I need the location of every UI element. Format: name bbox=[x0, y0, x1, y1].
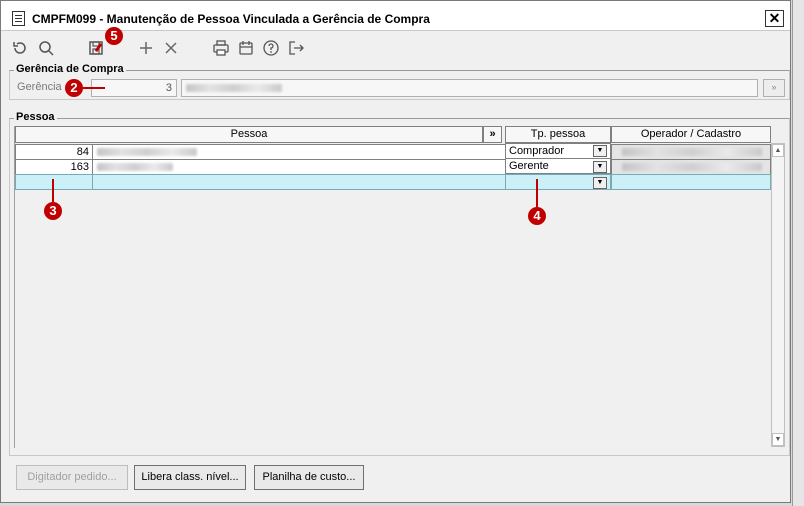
column-header-pessoa[interactable]: Pessoa bbox=[15, 126, 483, 143]
gerencia-lookup-button[interactable]: » bbox=[763, 79, 785, 97]
column-header-operador[interactable]: Operador / Cadastro bbox=[611, 126, 771, 143]
row-1-tipo-dropdown-icon[interactable]: ▼ bbox=[593, 145, 607, 157]
planilha-custo-button[interactable]: Planilha de custo... bbox=[254, 465, 364, 490]
scroll-down-icon[interactable]: ▼ bbox=[772, 433, 784, 446]
search-icon[interactable] bbox=[36, 38, 56, 58]
row-1-pessoa[interactable] bbox=[92, 144, 506, 160]
annotation-arrow-3 bbox=[52, 179, 54, 202]
row-3-tipo-dropdown-icon[interactable]: ▼ bbox=[593, 177, 607, 189]
row-3-pessoa[interactable] bbox=[92, 174, 506, 190]
libera-class-nivel-button[interactable]: Libera class. nível... bbox=[134, 465, 246, 490]
row-1-operador bbox=[611, 144, 771, 160]
row-2-operador bbox=[611, 159, 771, 175]
redacted-text bbox=[622, 163, 762, 171]
gerencia-group-title: Gerência de Compra bbox=[14, 63, 126, 75]
annotation-marker-5: 5 bbox=[105, 27, 123, 45]
expand-columns-button[interactable]: » bbox=[483, 126, 502, 143]
redacted-text bbox=[186, 84, 282, 92]
row-1-code[interactable]: 84 bbox=[15, 144, 93, 160]
calendar-icon[interactable] bbox=[236, 38, 256, 58]
undo-icon[interactable] bbox=[10, 38, 30, 58]
grid-vertical-scrollbar[interactable]: ▲ ▼ bbox=[771, 143, 785, 447]
exit-icon[interactable] bbox=[286, 38, 306, 58]
column-header-tipo[interactable]: Tp. pessoa bbox=[505, 126, 611, 143]
redacted-text bbox=[97, 148, 197, 156]
background-window-edge bbox=[792, 0, 804, 506]
redacted-text bbox=[97, 163, 173, 171]
title-bar: CMPFM099 - Manutenção de Pessoa Vinculad… bbox=[1, 1, 790, 31]
row-2-code[interactable]: 163 bbox=[15, 159, 93, 175]
digitador-pedido-button[interactable]: Digitador pedido... bbox=[16, 465, 128, 490]
annotation-marker-4: 4 bbox=[528, 207, 546, 225]
row-2-pessoa[interactable] bbox=[92, 159, 506, 175]
print-icon[interactable] bbox=[211, 38, 231, 58]
redacted-text bbox=[622, 148, 762, 156]
annotation-marker-3: 3 bbox=[44, 202, 62, 220]
row-3-operador bbox=[611, 174, 771, 190]
pessoa-grid: Pessoa » Tp. pessoa Operador / Cadastro … bbox=[14, 126, 784, 448]
add-icon[interactable] bbox=[136, 38, 156, 58]
document-icon bbox=[12, 11, 25, 26]
annotation-arrow-2 bbox=[83, 87, 105, 89]
gerencia-label: Gerência bbox=[17, 81, 62, 93]
annotation-arrow-4 bbox=[536, 179, 538, 207]
close-button[interactable]: ✕ bbox=[765, 10, 784, 27]
gerencia-name-field bbox=[181, 79, 758, 97]
row-2-tipo-dropdown-icon[interactable]: ▼ bbox=[593, 161, 607, 173]
main-window: CMPFM099 - Manutenção de Pessoa Vinculad… bbox=[0, 0, 791, 503]
scroll-up-icon[interactable]: ▲ bbox=[772, 144, 784, 157]
pessoa-group-title: Pessoa bbox=[14, 111, 57, 123]
window-title: CMPFM099 - Manutenção de Pessoa Vinculad… bbox=[32, 12, 430, 26]
delete-icon[interactable] bbox=[161, 38, 181, 58]
row-3-code[interactable] bbox=[15, 174, 93, 190]
annotation-marker-2: 2 bbox=[65, 79, 83, 97]
help-icon[interactable] bbox=[261, 38, 281, 58]
